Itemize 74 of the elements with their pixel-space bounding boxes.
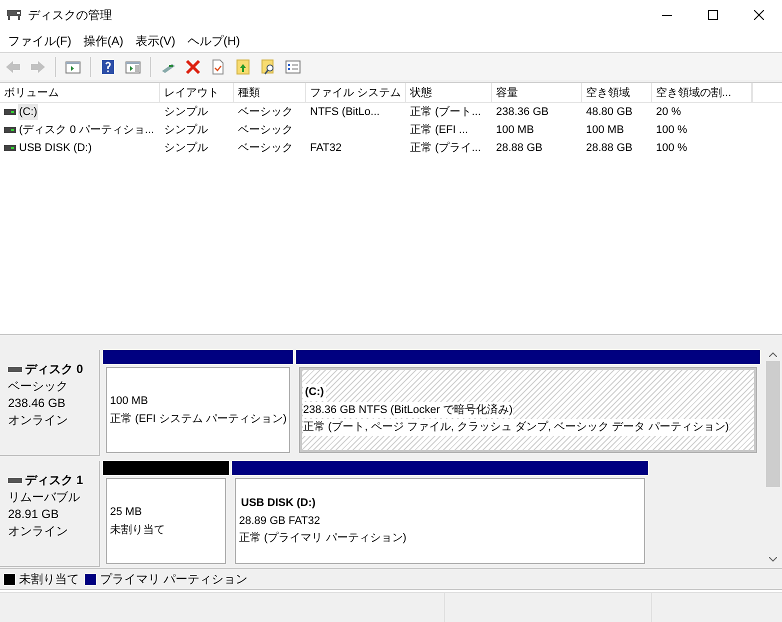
table-cell-text: 20 %: [656, 104, 682, 120]
table-cell-text: 正常 (EFI ...: [410, 122, 468, 138]
disk-type: ベーシック: [8, 378, 69, 395]
table-cell-text: 正常 (ブート...: [410, 104, 481, 120]
table-cell-text: 100 MB: [586, 122, 624, 138]
table-cell-text: ベーシック: [238, 140, 293, 156]
disk-status: オンライン: [8, 523, 69, 540]
column-header[interactable]: 空き領域: [582, 83, 652, 103]
disk-size: 28.91 GB: [8, 506, 60, 523]
partition-info: 238.36 GB NTFS (BitLocker で暗号化済み): [303, 402, 513, 418]
menu-item[interactable]: ヘルプ(H): [181, 31, 246, 51]
disk-name: ディスク 1: [25, 472, 84, 489]
properties-icon[interactable]: [285, 58, 301, 74]
table-cell-text: 正常 (プライ...: [410, 140, 481, 156]
panel-icon[interactable]: [65, 58, 81, 74]
table-cell-text: 100 %: [656, 122, 688, 138]
checked-document-icon[interactable]: [210, 58, 226, 74]
column-header[interactable]: 状態: [406, 83, 492, 103]
table-cell-text: シンプル: [164, 122, 208, 138]
scroll-thumb[interactable]: [766, 361, 780, 487]
column-header[interactable]: 種類: [234, 83, 306, 103]
close-icon: [754, 10, 764, 20]
column-header[interactable]: レイアウト: [160, 83, 234, 103]
partition-name: USB DISK (D:): [240, 496, 317, 512]
volume-name[interactable]: (C:): [18, 104, 38, 120]
partition-info: 正常 (ブート, ページ ファイル, クラッシュ ダンプ, ベーシック データ パーティション): [303, 419, 729, 436]
column-header[interactable]: 容量: [492, 83, 582, 103]
scroll-down-icon[interactable]: [769, 557, 777, 562]
window-title: ディスクの管理: [28, 7, 112, 24]
column-header[interactable]: ファイル システム: [306, 83, 406, 103]
table-cell-text: ベーシック: [238, 104, 293, 120]
table-cell-text: シンプル: [164, 140, 208, 156]
folder-search-icon[interactable]: [260, 58, 276, 74]
menu-item[interactable]: ファイル(F): [2, 31, 78, 51]
partition-info: 28.89 GB FAT32: [239, 514, 320, 529]
disk-size: 238.46 GB: [8, 395, 66, 412]
delete-icon[interactable]: [185, 58, 201, 74]
table-cell-text: NTFS (BitLo...: [310, 104, 380, 120]
table-cell-text: 28.88 GB: [496, 140, 542, 156]
maximize-icon: [708, 10, 718, 20]
minimize-icon: [662, 14, 672, 16]
legend-label: プライマリ パーティション: [100, 571, 248, 588]
partition-info: 正常 (EFI システム パーティション): [110, 412, 287, 426]
partition-info: 100 MB: [110, 394, 148, 409]
help-icon[interactable]: [100, 58, 116, 74]
table-cell-text: 28.88 GB: [586, 140, 632, 156]
volume-name[interactable]: USB DISK (D:): [18, 140, 93, 156]
drive-icon: [4, 127, 16, 133]
disk-type: リムーバブル: [8, 489, 81, 506]
table-cell-text: 48.80 GB: [586, 104, 632, 120]
table-cell-text: 238.36 GB: [496, 104, 549, 120]
disk-status: オンライン: [8, 412, 69, 429]
drive-icon: [4, 145, 16, 151]
panel-icon[interactable]: [125, 58, 141, 74]
volume-name[interactable]: (ディスク 0 パーティショ...: [18, 122, 156, 138]
partition-info: 25 MB: [110, 505, 142, 520]
table-cell-text: 100 MB: [496, 122, 534, 138]
disk-icon: [6, 9, 22, 21]
column-header[interactable]: 空き領域の割...: [652, 83, 752, 103]
menu-item[interactable]: 表示(V): [129, 31, 182, 51]
menu-item[interactable]: 操作(A): [77, 31, 130, 51]
table-cell-text: シンプル: [164, 104, 208, 120]
table-cell-text: ベーシック: [238, 122, 293, 138]
folder-up-icon[interactable]: [235, 58, 251, 74]
drive-icon: [4, 109, 16, 115]
scroll-up-icon[interactable]: [769, 352, 777, 357]
partition-info: 正常 (プライマリ パーティション): [239, 530, 406, 546]
disk-name: ディスク 0: [25, 361, 84, 378]
column-header[interactable]: ボリューム: [0, 83, 160, 103]
legend-label: 未割り当て: [19, 571, 79, 588]
partition-name: (C:): [303, 384, 326, 401]
partition-info: 未割り当て: [110, 522, 165, 538]
table-cell-text: 100 %: [656, 140, 688, 156]
table-cell-text: FAT32: [310, 140, 342, 156]
